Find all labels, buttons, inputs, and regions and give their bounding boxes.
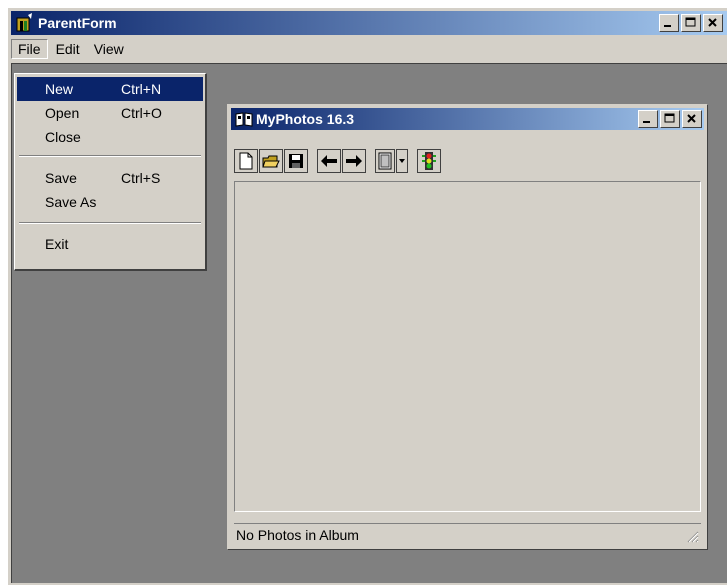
child-maximize-button[interactable] (660, 110, 680, 128)
file-menu-dropdown: New Ctrl+N Open Ctrl+O Close Save Ctrl+S… (14, 73, 207, 271)
maximize-icon (685, 17, 696, 27)
new-document-icon (239, 152, 253, 170)
menu-separator (19, 222, 201, 224)
child-close-button[interactable] (682, 110, 702, 128)
menu-item-open[interactable]: Open Ctrl+O (17, 101, 203, 125)
traffic-light-button[interactable] (417, 149, 441, 173)
menu-separator (19, 155, 201, 157)
maximize-button[interactable] (681, 14, 701, 32)
minimize-button[interactable] (659, 14, 679, 32)
menu-view[interactable]: View (88, 40, 130, 58)
menu-item-save-as[interactable]: Save As (17, 190, 203, 214)
resize-grip-icon[interactable] (685, 529, 699, 543)
open-folder-icon (262, 155, 280, 168)
child-toolbar (234, 145, 442, 177)
parent-title-bar[interactable]: ParentForm (11, 11, 727, 35)
myphotos-child-window: MyPhotos 16.3 No Photos in Album (227, 104, 708, 550)
close-button[interactable] (703, 14, 723, 32)
menu-item-save[interactable]: Save Ctrl+S (17, 166, 203, 190)
chevron-down-icon (399, 159, 405, 163)
photo-display-area[interactable] (234, 181, 701, 512)
parent-title: ParentForm (38, 15, 117, 31)
close-icon (708, 18, 717, 27)
child-title-bar[interactable]: MyPhotos 16.3 (231, 108, 704, 130)
save-disk-icon (289, 154, 303, 168)
image-dropdown-button[interactable] (396, 149, 408, 173)
image-button[interactable] (375, 149, 395, 173)
album-icon (234, 109, 254, 129)
new-button[interactable] (234, 149, 258, 173)
traffic-light-icon (422, 152, 436, 170)
menu-item-exit[interactable]: Exit (17, 232, 203, 256)
app-icon (14, 13, 34, 33)
child-title: MyPhotos 16.3 (256, 111, 355, 127)
status-bar: No Photos in Album (234, 523, 701, 545)
open-button[interactable] (259, 149, 283, 173)
save-button[interactable] (284, 149, 308, 173)
menu-item-close[interactable]: Close (17, 125, 203, 149)
previous-button[interactable] (317, 149, 341, 173)
image-frame-icon (378, 152, 392, 170)
status-text: No Photos in Album (236, 527, 359, 543)
parent-menu-bar: File Edit View (11, 37, 727, 61)
maximize-icon (664, 113, 675, 123)
minimize-icon (664, 25, 671, 27)
minimize-icon (643, 121, 650, 123)
close-icon (687, 114, 696, 123)
arrow-left-icon (321, 155, 337, 167)
menu-item-new[interactable]: New Ctrl+N (17, 77, 203, 101)
menu-file[interactable]: File (11, 39, 48, 59)
next-button[interactable] (342, 149, 366, 173)
arrow-right-icon (346, 155, 362, 167)
child-minimize-button[interactable] (638, 110, 658, 128)
menu-edit[interactable]: Edit (50, 40, 86, 58)
